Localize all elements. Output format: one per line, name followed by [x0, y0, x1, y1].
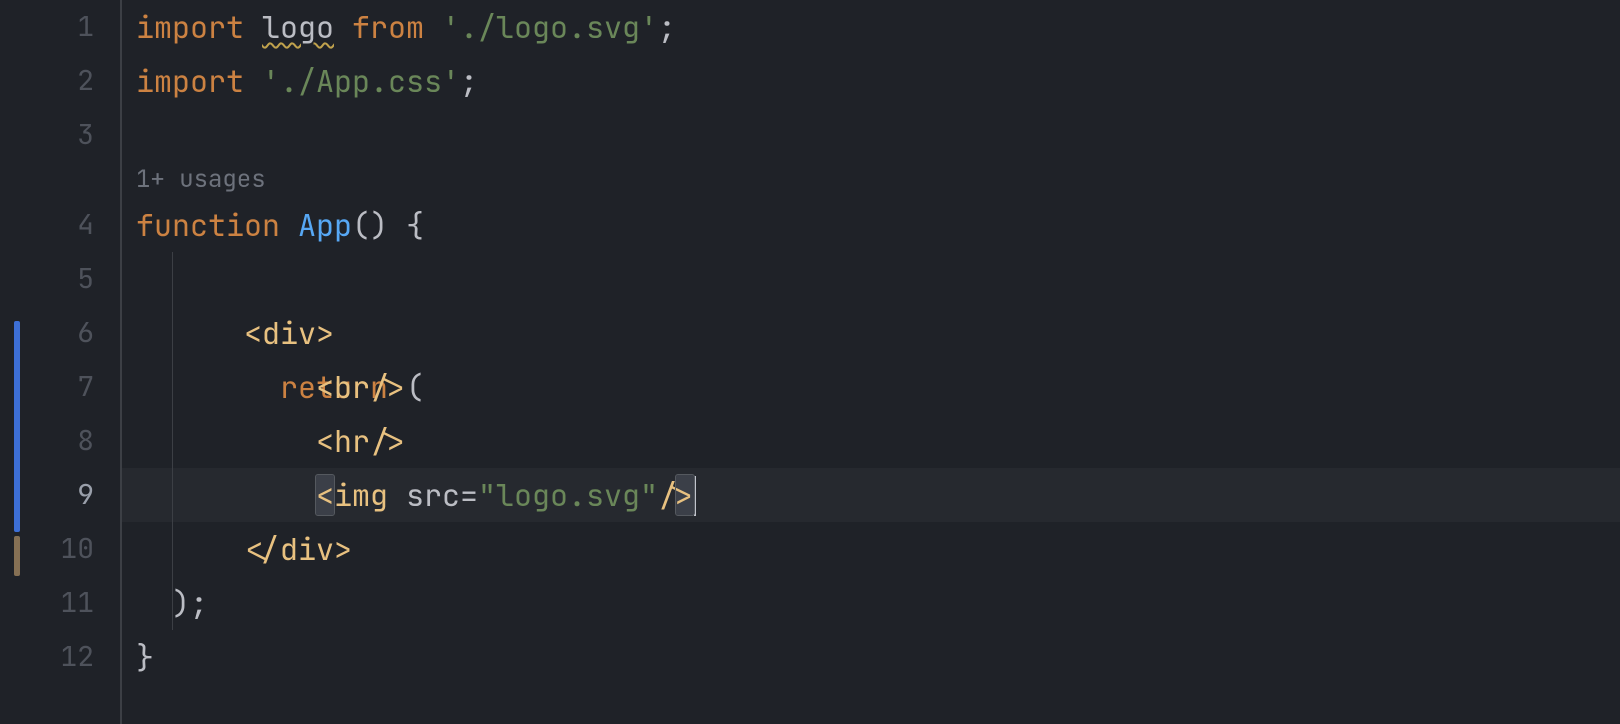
- line-number-gutter[interactable]: 1 2 3 . 4 5 6 7 8 9 10 11 12: [0, 0, 120, 724]
- jsx-tag-hr: <hr/>: [316, 421, 406, 461]
- semicolon: ;: [658, 7, 676, 47]
- string-path: './App.css': [262, 61, 460, 101]
- keyword-from: from: [352, 7, 424, 47]
- change-marker-modified: [14, 321, 20, 532]
- jsx-tag-div-close: </div>: [244, 529, 352, 569]
- code-line[interactable]: import logo from './logo.svg';: [122, 0, 1620, 54]
- code-line[interactable]: <br/>: [122, 360, 1620, 414]
- code-line[interactable]: <hr/>: [122, 414, 1620, 468]
- code-line[interactable]: <div>: [122, 306, 1620, 360]
- keyword-function: function: [136, 205, 280, 245]
- semicolon: ;: [190, 583, 208, 623]
- function-name: App: [298, 205, 352, 245]
- change-marker-modified-2: [14, 536, 20, 576]
- string-path: './logo.svg': [442, 7, 658, 47]
- brace-open: {: [406, 205, 424, 245]
- brace-close: }: [136, 637, 154, 677]
- keyword-import: import: [136, 61, 244, 101]
- code-line[interactable]: [122, 108, 1620, 162]
- paren-close: ): [172, 583, 190, 623]
- jsx-attr-src: src: [406, 475, 460, 515]
- code-line[interactable]: }: [122, 630, 1620, 684]
- code-line[interactable]: import './App.css';: [122, 54, 1620, 108]
- keyword-import: import: [136, 7, 244, 47]
- identifier-logo: logo: [262, 7, 334, 47]
- code-line[interactable]: function App() {: [122, 198, 1620, 252]
- equals: =: [460, 475, 478, 515]
- parens: (): [352, 205, 388, 245]
- code-line[interactable]: return (: [122, 252, 1620, 306]
- code-line[interactable]: </div>: [122, 522, 1620, 576]
- code-editor[interactable]: 1 2 3 . 4 5 6 7 8 9 10 11 12 import logo…: [0, 0, 1620, 724]
- jsx-attr-value: "logo.svg": [478, 475, 658, 515]
- text-caret: [694, 476, 696, 516]
- semicolon: ;: [460, 61, 478, 101]
- jsx-tag-img: img: [334, 475, 388, 515]
- jsx-tag-br: <br/>: [316, 367, 406, 407]
- code-line-current[interactable]: <img src="logo.svg"/>: [122, 468, 1620, 522]
- code-line[interactable]: );: [122, 576, 1620, 630]
- gutter-change-markers: [0, 0, 30, 724]
- code-area[interactable]: import logo from './logo.svg'; import '.…: [120, 0, 1620, 724]
- jsx-tag-close: />: [658, 475, 694, 515]
- jsx-tag-open-bracket: <: [316, 475, 334, 515]
- code-vision-usages[interactable]: 1+ usages: [122, 162, 1620, 198]
- jsx-tag-div-open: <div>: [244, 313, 334, 353]
- paren-open: (: [406, 367, 424, 407]
